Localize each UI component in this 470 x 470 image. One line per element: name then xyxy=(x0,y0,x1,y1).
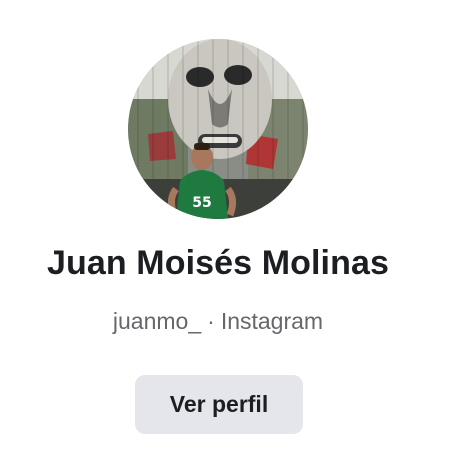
profile-platform: Instagram xyxy=(220,308,324,334)
profile-username: juanmo_ xyxy=(112,308,202,334)
avatar-image: 55 xyxy=(128,39,308,219)
profile-avatar[interactable]: 55 xyxy=(128,39,308,219)
svg-text:55: 55 xyxy=(192,195,211,211)
view-profile-button[interactable]: Ver perfil xyxy=(135,375,303,434)
profile-subline: juanmo_ · Instagram xyxy=(0,308,436,335)
profile-card: 55 Juan Moisés Molinas juanmo_ · Instagram… xyxy=(0,0,470,470)
separator-dot: · xyxy=(207,308,215,334)
profile-name: Juan Moisés Molinas xyxy=(47,244,389,282)
